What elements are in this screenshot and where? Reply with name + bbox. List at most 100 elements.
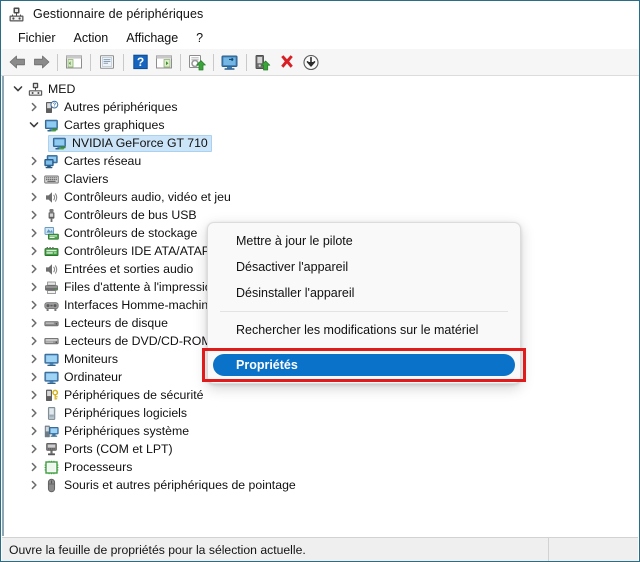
chevron-right-icon[interactable] bbox=[26, 170, 42, 188]
tree-item-cartes-graphiques[interactable]: Cartes graphiques bbox=[4, 116, 638, 134]
tree-item-label: Entrées et sorties audio bbox=[64, 262, 194, 276]
software-device-icon bbox=[42, 405, 60, 421]
chevron-right-icon[interactable] bbox=[26, 476, 42, 494]
tree-item-label: Processeurs bbox=[64, 460, 133, 474]
tree-item-label: Ports (COM et LPT) bbox=[64, 442, 173, 456]
dvd-drive-icon bbox=[42, 333, 60, 349]
enable-device-icon[interactable] bbox=[251, 51, 275, 74]
context-menu-item-desactiver-appareil[interactable]: Désactiver l'appareil bbox=[208, 254, 520, 280]
context-menu-item-proprietes[interactable]: Propriétés bbox=[213, 354, 515, 376]
toolbar-separator bbox=[123, 53, 124, 71]
update-driver-icon[interactable] bbox=[185, 51, 209, 74]
chevron-down-icon[interactable] bbox=[10, 80, 26, 98]
chevron-right-icon[interactable] bbox=[26, 98, 42, 116]
tree-item-souris-peripheriques-pointage[interactable]: Souris et autres périphériques de pointa… bbox=[4, 476, 638, 494]
window-title: Gestionnaire de périphériques bbox=[33, 7, 204, 21]
tree-item-label: NVIDIA GeForce GT 710 bbox=[72, 136, 208, 150]
menu-affichage[interactable]: Affichage bbox=[117, 30, 187, 47]
menu-bar: Fichier Action Affichage ? bbox=[1, 27, 639, 49]
toolbar-separator bbox=[180, 53, 181, 71]
hid-icon bbox=[42, 297, 60, 313]
context-menu-separator bbox=[220, 311, 508, 312]
storage-controller-icon bbox=[42, 225, 60, 241]
chevron-right-icon[interactable] bbox=[26, 404, 42, 422]
tree-item-ports-com-lpt[interactable]: Ports (COM et LPT) bbox=[4, 440, 638, 458]
show-details-icon[interactable] bbox=[152, 51, 176, 74]
download-icon[interactable] bbox=[299, 51, 323, 74]
chevron-right-icon[interactable] bbox=[26, 422, 42, 440]
context-menu-item-rechercher-modifications-materiel[interactable]: Rechercher les modifications sur le maté… bbox=[208, 317, 520, 343]
chevron-down-icon[interactable] bbox=[26, 116, 42, 134]
tree-item-label: Périphériques logiciels bbox=[64, 406, 188, 420]
tree-item-peripheriques-logiciels[interactable]: Périphériques logiciels bbox=[4, 404, 638, 422]
tree-item-claviers[interactable]: Claviers bbox=[4, 170, 638, 188]
tree-item-label: Autres périphériques bbox=[64, 100, 178, 114]
chevron-right-icon[interactable] bbox=[26, 386, 42, 404]
status-message: Ouvre la feuille de propriétés pour la s… bbox=[2, 538, 549, 561]
printer-icon bbox=[42, 279, 60, 295]
chevron-right-icon[interactable] bbox=[26, 206, 42, 224]
chevron-right-icon[interactable] bbox=[26, 296, 42, 314]
chevron-right-icon[interactable] bbox=[26, 314, 42, 332]
chevron-right-icon[interactable] bbox=[26, 242, 42, 260]
tree-item-peripheriques-systeme[interactable]: Périphériques système bbox=[4, 422, 638, 440]
back-arrow-icon[interactable] bbox=[5, 51, 29, 74]
device-tree-panel[interactable]: MED ? Autres périphériques Cartes graphi… bbox=[2, 76, 638, 536]
computer-icon bbox=[26, 81, 44, 97]
context-menu-separator bbox=[220, 348, 508, 349]
tree-item-controleurs-audio-video-jeu[interactable]: Contrôleurs audio, vidéo et jeu bbox=[4, 188, 638, 206]
audio-icon bbox=[42, 261, 60, 277]
show-hide-console-tree-icon[interactable] bbox=[62, 51, 86, 74]
tree-item-label: Contrôleurs IDE ATA/ATAPI bbox=[64, 244, 214, 258]
toolbar-separator bbox=[213, 53, 214, 71]
tree-item-label: Lecteurs de DVD/CD-ROM bbox=[64, 334, 212, 348]
tree-item-cartes-reseau[interactable]: Cartes réseau bbox=[4, 152, 638, 170]
context-menu-item-desinstaller-appareil[interactable]: Désinstaller l'appareil bbox=[208, 280, 520, 306]
title-bar: Gestionnaire de périphériques bbox=[1, 1, 639, 27]
chevron-right-icon[interactable] bbox=[26, 278, 42, 296]
tree-root-row[interactable]: MED bbox=[4, 80, 638, 98]
tree-item-autres-peripheriques[interactable]: ? Autres périphériques bbox=[4, 98, 638, 116]
chevron-right-icon[interactable] bbox=[26, 332, 42, 350]
context-menu[interactable]: Mettre à jour le pilote Désactiver l'app… bbox=[202, 222, 526, 384]
help-icon[interactable]: ? bbox=[128, 51, 152, 74]
chevron-right-icon[interactable] bbox=[26, 368, 42, 386]
chevron-right-icon[interactable] bbox=[26, 224, 42, 242]
tree-item-label: Files d'attente à l'impression : bbox=[64, 280, 226, 294]
security-device-icon bbox=[42, 387, 60, 403]
context-menu-proprietes-wrapper: Propriétés bbox=[202, 348, 526, 382]
chevron-right-icon[interactable] bbox=[26, 458, 42, 476]
status-bar: Ouvre la feuille de propriétés pour la s… bbox=[2, 537, 638, 561]
toolbar-separator bbox=[90, 53, 91, 71]
chevron-right-icon[interactable] bbox=[26, 440, 42, 458]
tree-item-nvidia-geforce-gt-710[interactable]: NVIDIA GeForce GT 710 bbox=[4, 134, 638, 152]
tree-item-label: Périphériques de sécurité bbox=[64, 388, 204, 402]
audio-icon bbox=[42, 189, 60, 205]
chevron-right-icon[interactable] bbox=[26, 260, 42, 278]
menu-action[interactable]: Action bbox=[65, 30, 118, 47]
context-menu-item-mettre-a-jour-pilote[interactable]: Mettre à jour le pilote bbox=[208, 228, 520, 254]
tree-root-label: MED bbox=[48, 82, 76, 96]
chevron-right-icon[interactable] bbox=[26, 152, 42, 170]
mouse-icon bbox=[42, 477, 60, 493]
tree-item-processeurs[interactable]: Processeurs bbox=[4, 458, 638, 476]
device-manager-window: Gestionnaire de périphériques Fichier Ac… bbox=[0, 0, 640, 562]
port-icon bbox=[42, 441, 60, 457]
keyboard-icon bbox=[42, 171, 60, 187]
chevron-right-icon[interactable] bbox=[26, 188, 42, 206]
scan-hardware-changes-icon[interactable] bbox=[218, 51, 242, 74]
tree-item-peripheriques-securite[interactable]: Périphériques de sécurité bbox=[4, 386, 638, 404]
ide-controller-icon bbox=[42, 243, 60, 259]
chevron-right-icon[interactable] bbox=[26, 350, 42, 368]
unknown-device-icon: ? bbox=[42, 99, 60, 115]
properties-icon[interactable] bbox=[95, 51, 119, 74]
forward-arrow-icon[interactable] bbox=[29, 51, 53, 74]
menu-fichier[interactable]: Fichier bbox=[9, 30, 65, 47]
uninstall-device-icon[interactable] bbox=[275, 51, 299, 74]
tree-item-label: Contrôleurs de bus USB bbox=[64, 208, 197, 222]
usb-icon bbox=[42, 207, 60, 223]
tree-item-label: Claviers bbox=[64, 172, 109, 186]
svg-text:?: ? bbox=[52, 102, 55, 108]
selection-highlight: NVIDIA GeForce GT 710 bbox=[48, 134, 212, 152]
menu-help[interactable]: ? bbox=[187, 30, 212, 47]
